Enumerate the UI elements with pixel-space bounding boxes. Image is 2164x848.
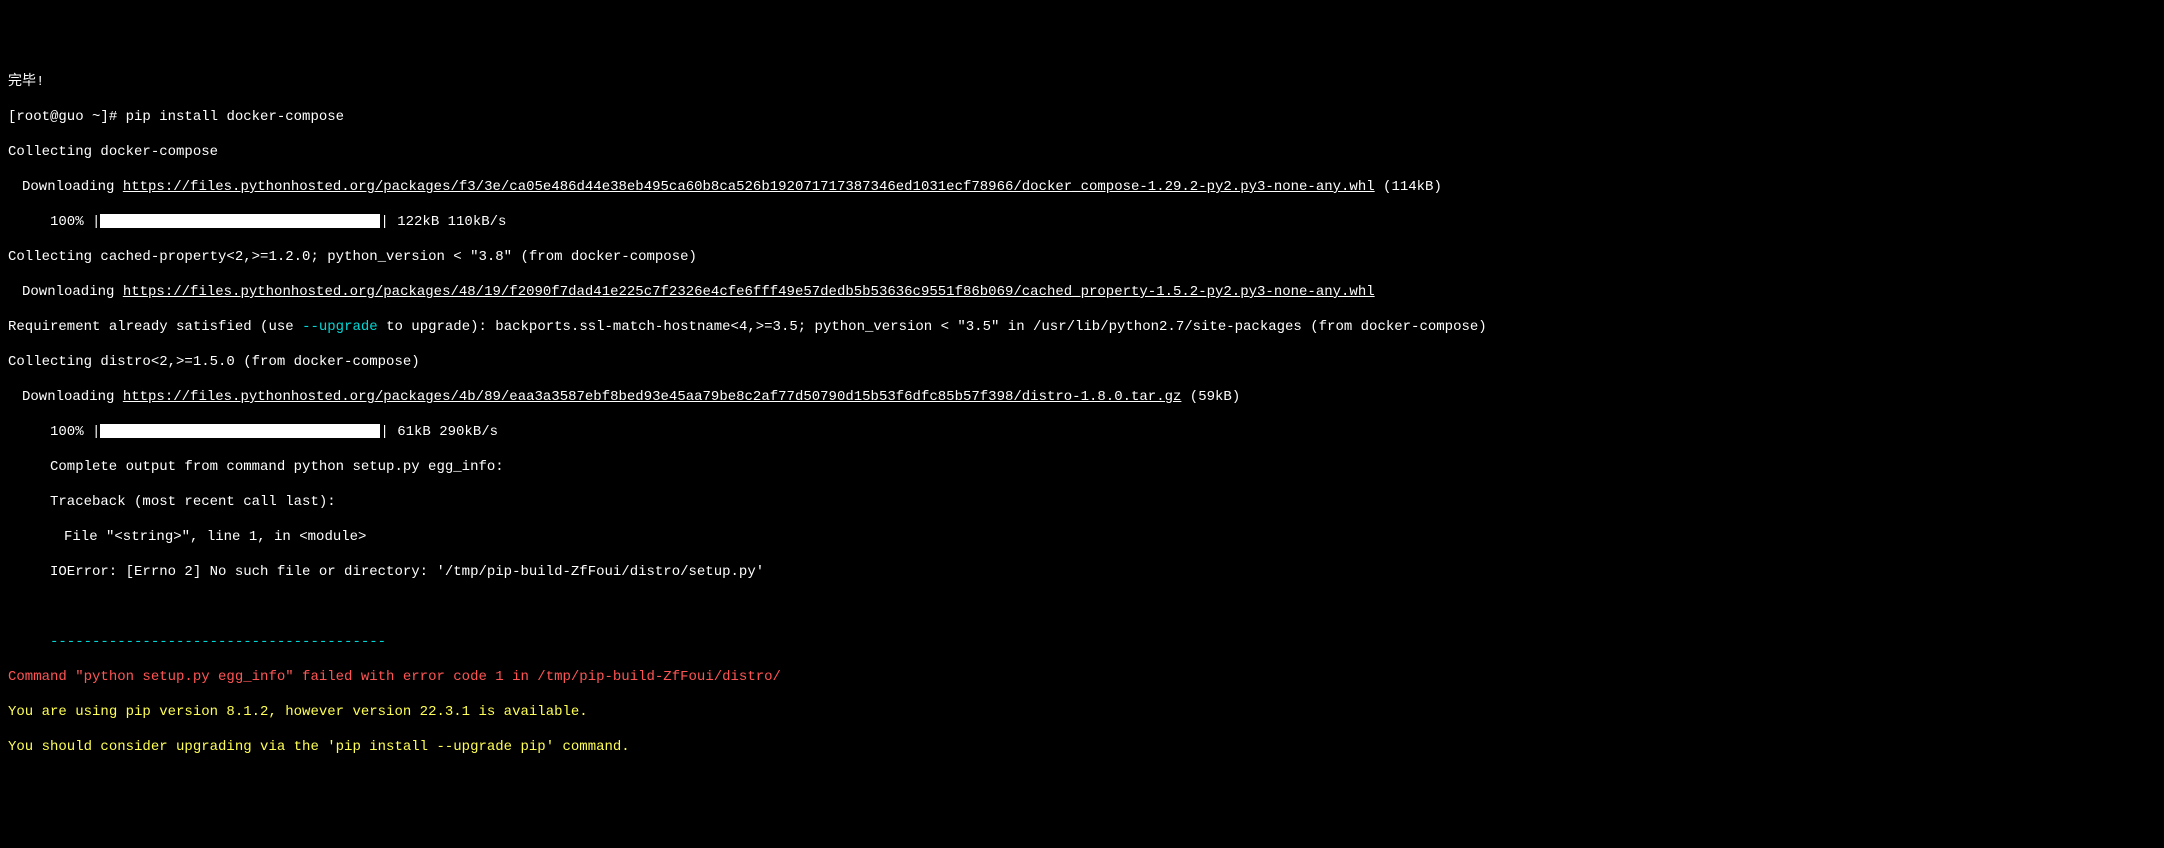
progress-speed: | 61kB 290kB/s (380, 424, 498, 440)
progress-speed: | 122kB 110kB/s (380, 214, 506, 230)
terminal-line-ioerror: IOError: [Errno 2] No such file or direc… (8, 564, 2156, 582)
terminal-line-prompt: [root@guo ~]# pip install docker-compose (8, 109, 2156, 127)
terminal-line-error: Command "python setup.py egg_info" faile… (8, 669, 2156, 687)
download-url: https://files.pythonhosted.org/packages/… (123, 284, 1375, 300)
terminal-line-collecting: Collecting cached-property<2,>=1.2.0; py… (8, 249, 2156, 267)
shell-command: pip install docker-compose (126, 109, 344, 125)
download-prefix: Downloading (22, 389, 123, 405)
terminal-line-collecting: Collecting distro<2,>=1.5.0 (from docker… (8, 354, 2156, 372)
terminal-line-progress: 100% | | 122kB 110kB/s (8, 214, 2156, 232)
terminal-line-downloading: Downloading https://files.pythonhosted.o… (8, 179, 2156, 197)
upgrade-flag: --upgrade (302, 319, 378, 335)
terminal-line-done: 完毕! (8, 74, 2156, 92)
terminal-line-traceback: Traceback (most recent call last): (8, 494, 2156, 512)
terminal-line-collecting: Collecting docker-compose (8, 144, 2156, 162)
req-suffix: to upgrade): backports.ssl-match-hostnam… (378, 319, 1487, 335)
progress-percent: 100% | (50, 214, 100, 230)
shell-prompt: [root@guo ~]# (8, 109, 126, 125)
terminal-line-warning: You should consider upgrading via the 'p… (8, 739, 2156, 757)
download-size: (59kB) (1181, 389, 1240, 405)
download-size: (114kB) (1375, 179, 1442, 195)
progress-bar (100, 424, 380, 438)
terminal-line-requirement: Requirement already satisfied (use --upg… (8, 319, 2156, 337)
terminal-line-separator: ---------------------------------------- (8, 634, 2156, 652)
progress-percent: 100% | (50, 424, 100, 440)
progress-bar (100, 214, 380, 228)
download-url: https://files.pythonhosted.org/packages/… (123, 389, 1182, 405)
req-prefix: Requirement already satisfied (use (8, 319, 302, 335)
download-prefix: Downloading (22, 179, 123, 195)
terminal-line-downloading: Downloading https://files.pythonhosted.o… (8, 284, 2156, 302)
download-prefix: Downloading (22, 284, 123, 300)
terminal-line-file: File "<string>", line 1, in <module> (8, 529, 2156, 547)
terminal-line-progress: 100% | | 61kB 290kB/s (8, 424, 2156, 442)
terminal-line-downloading: Downloading https://files.pythonhosted.o… (8, 389, 2156, 407)
download-url: https://files.pythonhosted.org/packages/… (123, 179, 1375, 195)
terminal-line-blank (8, 599, 2156, 617)
terminal-line-complete-output: Complete output from command python setu… (8, 459, 2156, 477)
terminal-line-warning: You are using pip version 8.1.2, however… (8, 704, 2156, 722)
